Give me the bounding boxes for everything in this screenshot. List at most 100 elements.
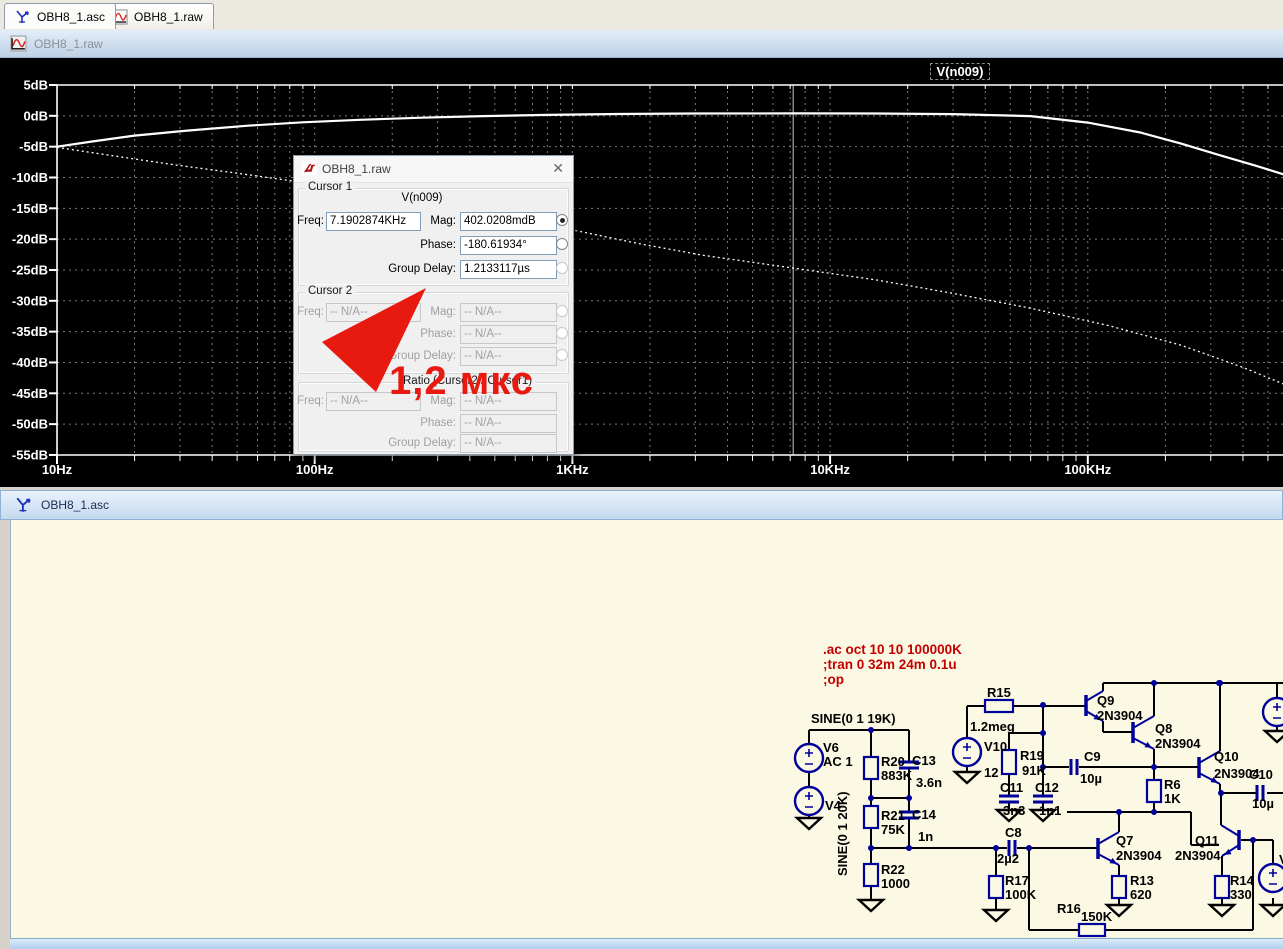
- schematic-label[interactable]: V6: [823, 740, 839, 755]
- schematic-window-titlebar[interactable]: OBH8_1.asc: [0, 490, 1283, 520]
- y-axis-label: -45dB: [12, 386, 48, 401]
- schematic-label[interactable]: 2µ2: [997, 851, 1019, 866]
- waveform-window-titlebar[interactable]: OBH8_1.raw: [0, 30, 1283, 58]
- phase-label: Phase:: [420, 328, 456, 340]
- schematic-label[interactable]: V10: [984, 739, 1007, 754]
- schematic-label[interactable]: C9: [1084, 749, 1101, 764]
- ratio-freq-field[interactable]: -- N/A--: [326, 392, 421, 411]
- schematic-label[interactable]: SINE(0 1 19K): [811, 711, 896, 726]
- schematic-label[interactable]: C8: [1005, 825, 1022, 840]
- ratio-gd-field[interactable]: -- N/A--: [460, 434, 557, 453]
- schematic-label[interactable]: 3n3: [1003, 803, 1025, 818]
- schematic-label[interactable]: R22: [881, 862, 905, 877]
- cursor1-mag-radio[interactable]: [556, 214, 568, 226]
- schematic-label[interactable]: R20: [881, 754, 905, 769]
- cursor2-group-label: Cursor 2: [305, 285, 356, 297]
- schematic-label[interactable]: Q11: [1195, 833, 1219, 848]
- mag-label: Mag:: [430, 306, 456, 318]
- schematic-label[interactable]: R13: [1130, 873, 1154, 888]
- cursor1-phase-radio[interactable]: [556, 238, 568, 250]
- waveform-plot[interactable]: 5dB 0dB -5dB -10dB -15dB -20dB -25dB -30dB -35dB…: [0, 58, 1283, 487]
- schematic-label[interactable]: 10µ: [1252, 796, 1274, 811]
- spice-directive[interactable]: ;op: [823, 672, 844, 687]
- cursor-dialog-title: OBH8_1.raw: [322, 162, 391, 176]
- schematic-label[interactable]: 75K: [881, 822, 905, 837]
- schematic-label[interactable]: R16: [1057, 901, 1081, 916]
- schematic-label[interactable]: 1.2meg: [970, 719, 1015, 734]
- x-axis-label: 10KHz: [810, 462, 850, 477]
- schematic-background: [11, 520, 1283, 938]
- cursor2-mag-field[interactable]: -- N/A--: [460, 303, 557, 322]
- cursor2-phase-radio[interactable]: [556, 327, 568, 339]
- schematic-label[interactable]: R19: [1020, 748, 1044, 763]
- schematic-label[interactable]: R14: [1230, 873, 1255, 888]
- schematic-label[interactable]: 620: [1130, 887, 1152, 902]
- cursor-dialog-titlebar[interactable]: OBH8_1.raw ✕: [294, 156, 573, 183]
- cursor2-gd-field[interactable]: -- N/A--: [460, 347, 557, 366]
- tab-label: OBH8_1.raw: [134, 9, 203, 24]
- schematic-label[interactable]: C10: [1249, 767, 1273, 782]
- group-delay-label: Group Delay:: [388, 263, 456, 275]
- schematic-label[interactable]: 12: [984, 765, 998, 780]
- close-icon[interactable]: ✕: [552, 160, 564, 177]
- freq-label: Freq:: [297, 306, 324, 318]
- schematic-label[interactable]: Q8: [1155, 721, 1172, 736]
- schematic-label[interactable]: 91K: [1022, 763, 1046, 778]
- cursor2-freq-field[interactable]: -- N/A--: [326, 303, 421, 322]
- schematic-label[interactable]: C11: [1000, 780, 1023, 795]
- trace-label[interactable]: V(n009): [930, 63, 990, 80]
- schematic-label[interactable]: C14: [912, 807, 937, 822]
- tab-obh8-asc[interactable]: OBH8_1.asc: [4, 3, 117, 29]
- tab-label: OBH8_1.asc: [37, 9, 106, 24]
- schematic-label[interactable]: R21: [881, 808, 905, 823]
- horizontal-scrollbar[interactable]: [10, 938, 1283, 949]
- cursor1-mag-field[interactable]: 402.0208mdB: [460, 212, 557, 231]
- schematic-label[interactable]: Q10: [1214, 749, 1239, 764]
- schematic-label[interactable]: 2N3904: [1116, 848, 1162, 863]
- schematic-label[interactable]: 1n1: [1039, 803, 1061, 818]
- schematic-label[interactable]: 10µ: [1080, 771, 1102, 786]
- x-axis-label: 1KHz: [556, 462, 589, 477]
- schematic-label[interactable]: Q7: [1116, 833, 1133, 848]
- schematic-icon: [16, 9, 29, 23]
- cursor1-freq-field[interactable]: 7.1902874KHz: [326, 212, 421, 231]
- schematic-label[interactable]: 2N3904: [1175, 848, 1221, 863]
- schematic-label[interactable]: R17: [1005, 873, 1029, 888]
- cursor2-mag-radio[interactable]: [556, 305, 568, 317]
- schematic-label[interactable]: R6: [1164, 777, 1181, 792]
- schematic-label[interactable]: 100K: [1005, 887, 1037, 902]
- schematic-label[interactable]: R15: [987, 685, 1011, 700]
- cursor1-phase-field[interactable]: -180.61934°: [460, 236, 557, 255]
- schematic-label[interactable]: Q9: [1097, 693, 1114, 708]
- schematic-label[interactable]: 1n: [918, 829, 933, 844]
- x-axis-label: 10Hz: [42, 462, 73, 477]
- spice-directive[interactable]: ;tran 0 32m 24m 0.1u: [823, 657, 957, 672]
- schematic-label[interactable]: C12: [1035, 780, 1059, 795]
- schematic-label[interactable]: 1000: [881, 876, 910, 891]
- cursor2-gd-radio[interactable]: [556, 349, 568, 361]
- ratio-phase-field[interactable]: -- N/A--: [460, 414, 557, 433]
- y-axis-label: -15dB: [12, 201, 48, 216]
- schematic-label[interactable]: 2N3904: [1097, 708, 1143, 723]
- schematic-label[interactable]: 883K: [881, 768, 913, 783]
- schematic-label[interactable]: 1K: [1164, 791, 1181, 806]
- phase-trace: [56, 146, 1283, 385]
- schematic-label[interactable]: 2N3904: [1155, 736, 1201, 751]
- y-axis-label: -25dB: [12, 262, 48, 277]
- schematic-label[interactable]: AC 1: [823, 754, 853, 769]
- ratio-group-label: Ratio (Cursor2 / Cursor1): [400, 375, 536, 387]
- spice-directive[interactable]: .ac oct 10 10 100000K: [823, 642, 962, 657]
- cursor1-gd-radio[interactable]: [556, 262, 568, 274]
- x-axis-label: 100KHz: [1064, 462, 1111, 477]
- schematic-label[interactable]: 150K: [1081, 909, 1113, 924]
- ratio-mag-field[interactable]: -- N/A--: [460, 392, 557, 411]
- schematic-canvas[interactable]: .ac oct 10 10 100000K;tran 0 32m 24m 0.1…: [11, 520, 1283, 938]
- schematic-label[interactable]: C13: [912, 753, 936, 768]
- schematic-label[interactable]: SINE(0 1 20K): [835, 791, 850, 876]
- cursor1-gd-field[interactable]: 1.2133117µs: [460, 260, 557, 279]
- tab-obh8-raw[interactable]: OBH8_1.raw: [101, 3, 214, 29]
- schematic-label[interactable]: 330: [1230, 887, 1252, 902]
- cursor2-phase-field[interactable]: -- N/A--: [460, 325, 557, 344]
- schematic-label[interactable]: V: [1279, 852, 1283, 867]
- schematic-label[interactable]: 3.6n: [916, 775, 942, 790]
